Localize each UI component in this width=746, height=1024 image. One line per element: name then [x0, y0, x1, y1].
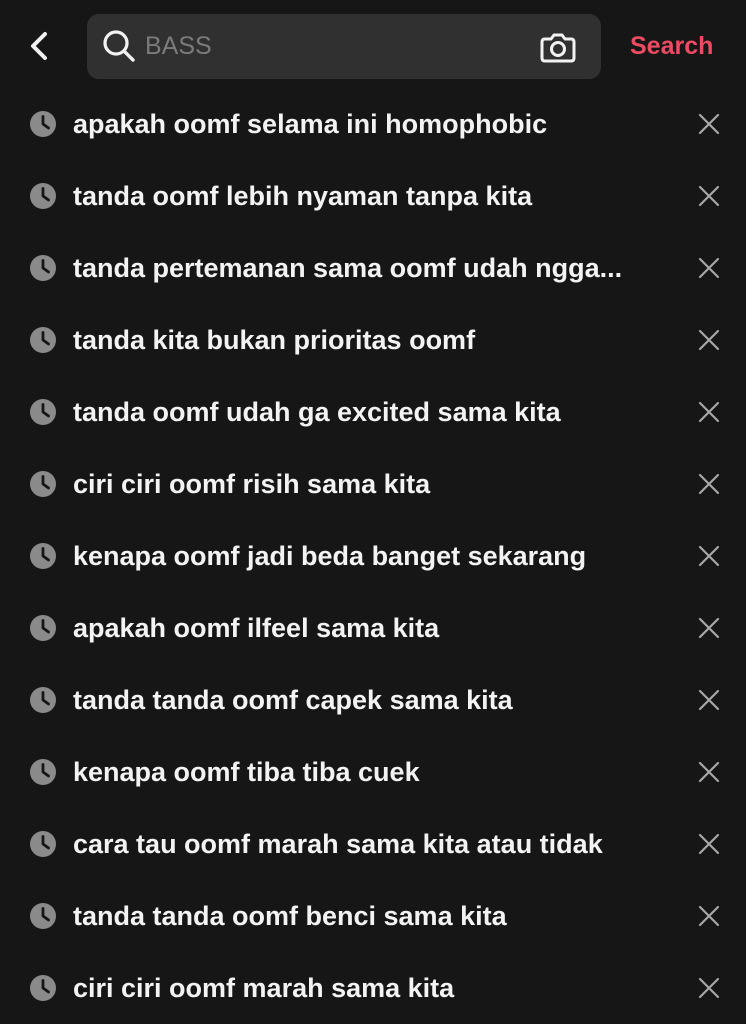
- remove-history-button[interactable]: [690, 177, 728, 215]
- search-top-bar: Search: [0, 0, 746, 88]
- camera-icon[interactable]: [538, 27, 578, 67]
- close-icon: [698, 977, 720, 999]
- clock-icon: [30, 975, 56, 1001]
- history-item[interactable]: tanda pertemanan sama oomf udah ngga...: [0, 232, 746, 304]
- history-item[interactable]: tanda tanda oomf benci sama kita: [0, 880, 746, 952]
- remove-history-button[interactable]: [690, 825, 728, 863]
- close-icon: [698, 257, 720, 279]
- close-icon: [698, 617, 720, 639]
- remove-history-button[interactable]: [690, 969, 728, 1007]
- search-icon: [103, 30, 135, 62]
- remove-history-button[interactable]: [690, 105, 728, 143]
- clock-icon: [30, 543, 56, 569]
- history-item[interactable]: ciri ciri oomf risih sama kita: [0, 448, 746, 520]
- close-icon: [698, 329, 720, 351]
- history-item-label: apakah oomf selama ini homophobic: [73, 109, 548, 139]
- history-item[interactable]: kenapa oomf tiba tiba cuek: [0, 736, 746, 808]
- history-item[interactable]: kenapa oomf jadi beda banget sekarang: [0, 520, 746, 592]
- remove-history-button[interactable]: [690, 249, 728, 287]
- chevron-left-icon: [31, 32, 47, 60]
- close-icon: [698, 833, 720, 855]
- history-item-label: ciri ciri oomf risih sama kita: [73, 469, 431, 499]
- remove-history-button[interactable]: [690, 753, 728, 791]
- clock-icon: [30, 327, 56, 353]
- history-item-label: apakah oomf ilfeel sama kita: [73, 613, 440, 643]
- history-item-label: tanda tanda oomf capek sama kita: [73, 685, 513, 715]
- close-icon: [698, 905, 720, 927]
- clock-icon: [30, 111, 56, 137]
- search-history-screen: Search apakah oomf selama ini homophobic…: [0, 0, 746, 1024]
- remove-history-button[interactable]: [690, 393, 728, 431]
- clock-icon: [30, 471, 56, 497]
- history-item[interactable]: tanda kita bukan prioritas oomf: [0, 304, 746, 376]
- history-item-label: tanda oomf lebih nyaman tanpa kita: [73, 181, 533, 211]
- clock-icon: [30, 831, 56, 857]
- close-icon: [698, 761, 720, 783]
- close-icon: [698, 545, 720, 567]
- clock-icon: [30, 255, 56, 281]
- history-item[interactable]: tanda tanda oomf capek sama kita: [0, 664, 746, 736]
- remove-history-button[interactable]: [690, 465, 728, 503]
- history-item-label: ciri ciri oomf marah sama kita: [73, 973, 455, 1003]
- close-icon: [698, 689, 720, 711]
- remove-history-button[interactable]: [690, 537, 728, 575]
- close-icon: [698, 113, 720, 135]
- search-button[interactable]: Search: [630, 28, 713, 64]
- history-item[interactable]: cara tau oomf marah sama kita atau tidak: [0, 808, 746, 880]
- history-item[interactable]: ciri ciri oomf marah sama kita: [0, 952, 746, 1024]
- close-icon: [698, 401, 720, 423]
- close-icon: [698, 185, 720, 207]
- clock-icon: [30, 903, 56, 929]
- history-item[interactable]: tanda oomf udah ga excited sama kita: [0, 376, 746, 448]
- history-item-label: tanda tanda oomf benci sama kita: [73, 901, 507, 931]
- remove-history-button[interactable]: [690, 609, 728, 647]
- history-item-label: tanda oomf udah ga excited sama kita: [73, 397, 561, 427]
- history-item-label: tanda pertemanan sama oomf udah ngga...: [73, 253, 623, 283]
- search-box[interactable]: [87, 14, 601, 79]
- clock-icon: [30, 759, 56, 785]
- clock-icon: [30, 615, 56, 641]
- history-item[interactable]: tanda oomf lebih nyaman tanpa kita: [0, 160, 746, 232]
- clock-icon: [30, 183, 56, 209]
- back-button[interactable]: [18, 24, 62, 68]
- history-item[interactable]: apakah oomf ilfeel sama kita: [0, 592, 746, 664]
- history-item-label: tanda kita bukan prioritas oomf: [73, 325, 476, 355]
- remove-history-button[interactable]: [690, 321, 728, 359]
- remove-history-button[interactable]: [690, 897, 728, 935]
- clock-icon: [30, 687, 56, 713]
- history-item[interactable]: apakah oomf selama ini homophobic: [0, 88, 746, 160]
- clock-icon: [30, 399, 56, 425]
- close-icon: [698, 473, 720, 495]
- history-item-label: kenapa oomf jadi beda banget sekarang: [73, 541, 587, 571]
- history-item-label: kenapa oomf tiba tiba cuek: [73, 757, 420, 787]
- history-item-label: cara tau oomf marah sama kita atau tidak: [73, 829, 603, 859]
- remove-history-button[interactable]: [690, 681, 728, 719]
- search-history-list: apakah oomf selama ini homophobic tanda …: [0, 88, 746, 1024]
- search-input[interactable]: [145, 24, 525, 68]
